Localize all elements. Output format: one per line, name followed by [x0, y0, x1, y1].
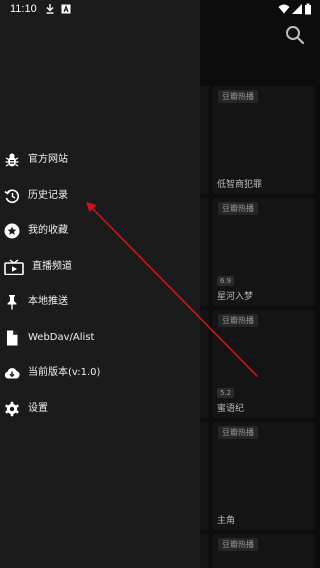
battery-icon: [304, 3, 312, 15]
drawer-item-label: WebDav/Alist: [28, 332, 95, 343]
card-badge: 豆瓣热播: [218, 90, 258, 103]
card-title: 星河入梦: [217, 292, 254, 302]
file-icon: [4, 330, 20, 346]
drawer-item-webdav-alist[interactable]: WebDav/Alist: [0, 322, 200, 354]
video-card[interactable]: 豆瓣热播 5.2 蜜语纪: [212, 310, 315, 418]
status-bar: 11:10: [0, 0, 320, 20]
star-icon: [4, 223, 20, 239]
gear-icon: [4, 401, 20, 417]
drawer-item-history[interactable]: 历史记录: [0, 180, 200, 212]
tv-icon: [4, 259, 24, 275]
cloud-download-icon: [4, 365, 20, 381]
video-card[interactable]: 豆瓣热播 低智商犯罪: [212, 86, 315, 194]
download-icon: [44, 3, 56, 15]
video-card[interactable]: 豆瓣热播: [212, 534, 315, 568]
video-card[interactable]: 豆瓣热播 6.9 星河入梦: [212, 198, 315, 306]
bug-icon: [4, 152, 20, 168]
card-partial: [200, 86, 209, 194]
card-rating: 5.2: [217, 388, 235, 398]
history-icon: [4, 188, 20, 204]
card-title: 主角: [217, 516, 236, 526]
drawer-item-live-channels[interactable]: 直播频道: [0, 251, 200, 283]
status-time: 11:10: [10, 3, 37, 15]
drawer-item-label: 直播频道: [32, 261, 72, 272]
drawer-item-label: 官方网站: [28, 154, 68, 165]
drawer-item-label: 设置: [28, 403, 48, 414]
card-partial: [200, 422, 209, 530]
pin-icon: [4, 294, 20, 310]
card-title: 低智商犯罪: [217, 180, 263, 190]
card-partial: [200, 198, 209, 306]
drawer-item-current-version[interactable]: 当前版本(v:1.0): [0, 357, 200, 389]
drawer-item-label: 我的收藏: [28, 225, 68, 236]
card-badge: 豆瓣热播: [218, 314, 258, 327]
card-badge: 豆瓣热播: [218, 538, 258, 551]
sim-a-icon: [60, 3, 72, 15]
card-badge: 豆瓣热播: [218, 426, 258, 439]
drawer-item-label: 历史记录: [28, 190, 68, 201]
drawer-item-settings[interactable]: 设置: [0, 393, 200, 425]
card-rating: 6.9: [217, 276, 235, 286]
drawer-item-official-site[interactable]: 官方网站: [0, 144, 200, 176]
search-icon[interactable]: [284, 24, 306, 46]
signal-icon: [291, 3, 303, 15]
drawer-item-label: 当前版本(v:1.0): [28, 367, 101, 378]
card-partial: [200, 534, 209, 568]
app-screen: 豆瓣热播 低智商犯罪 豆瓣热播 6.9 星河入梦 豆瓣热播 5.2 蜜语纪 豆瓣…: [0, 0, 320, 568]
drawer-item-local-push[interactable]: 本地推送: [0, 286, 200, 318]
wifi-icon: [278, 3, 290, 15]
video-card[interactable]: 豆瓣热播 主角: [212, 422, 315, 530]
card-badge: 豆瓣热播: [218, 202, 258, 215]
drawer-item-label: 本地推送: [28, 296, 68, 307]
navigation-drawer: 官方网站 历史记录 我的收藏 直播频道 本地推送 WebDav/Alist 当前…: [0, 0, 200, 568]
card-title: 蜜语纪: [217, 404, 245, 414]
card-partial: [200, 310, 209, 418]
drawer-item-favorites[interactable]: 我的收藏: [0, 215, 200, 247]
